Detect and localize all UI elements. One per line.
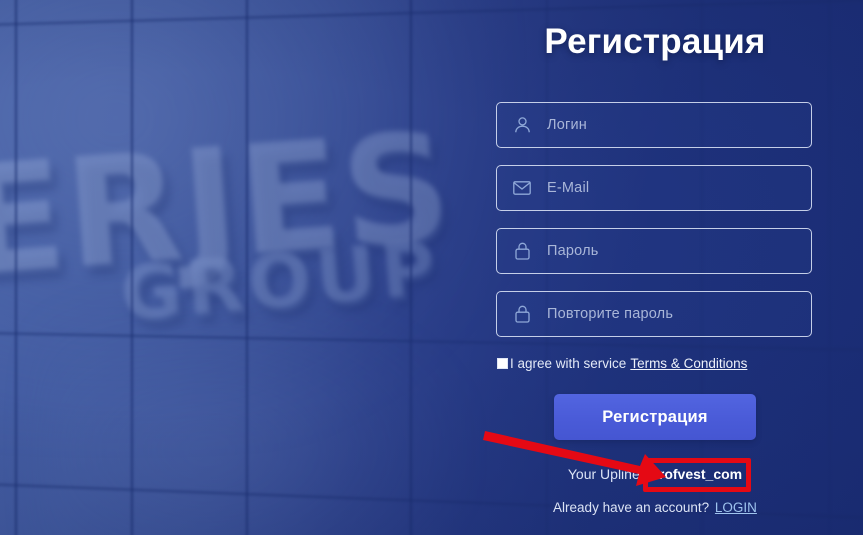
mail-icon xyxy=(497,181,547,195)
lock-icon xyxy=(497,305,547,323)
email-placeholder: E-Mail xyxy=(547,180,590,196)
lock-icon xyxy=(497,242,547,260)
password-field[interactable]: Пароль xyxy=(496,228,812,274)
upline-label: Your Upline: xyxy=(567,466,644,482)
terms-checkbox[interactable] xyxy=(497,358,508,369)
repeat-password-field[interactable]: Повторите пароль xyxy=(496,291,812,337)
user-icon xyxy=(497,116,547,134)
upline-value: Profvest_com xyxy=(649,466,743,482)
page-title: Регистрация xyxy=(544,22,766,61)
login-prompt-row: Already have an account? LOGIN xyxy=(496,500,814,515)
register-button[interactable]: Регистрация xyxy=(554,394,756,440)
login-link[interactable]: LOGIN xyxy=(715,500,757,515)
login-placeholder: Логин xyxy=(547,117,587,133)
terms-conditions-link[interactable]: Terms & Conditions xyxy=(630,356,747,371)
login-field[interactable]: Логин xyxy=(496,102,812,148)
registration-form: Регистрация Логин E-Mail Пароль Повторит… xyxy=(496,0,814,535)
upline-row: Your Upline: Profvest_com xyxy=(496,466,814,482)
password-placeholder: Пароль xyxy=(547,243,599,259)
terms-label: I agree with service xyxy=(510,356,627,371)
repeat-password-placeholder: Повторите пароль xyxy=(547,306,674,322)
terms-row: I agree with service Terms & Conditions xyxy=(497,356,747,371)
email-field[interactable]: E-Mail xyxy=(496,165,812,211)
registration-screen: ERJES GROUP Регистрация Логин xyxy=(0,0,863,535)
login-prompt-text: Already have an account? xyxy=(553,500,710,515)
